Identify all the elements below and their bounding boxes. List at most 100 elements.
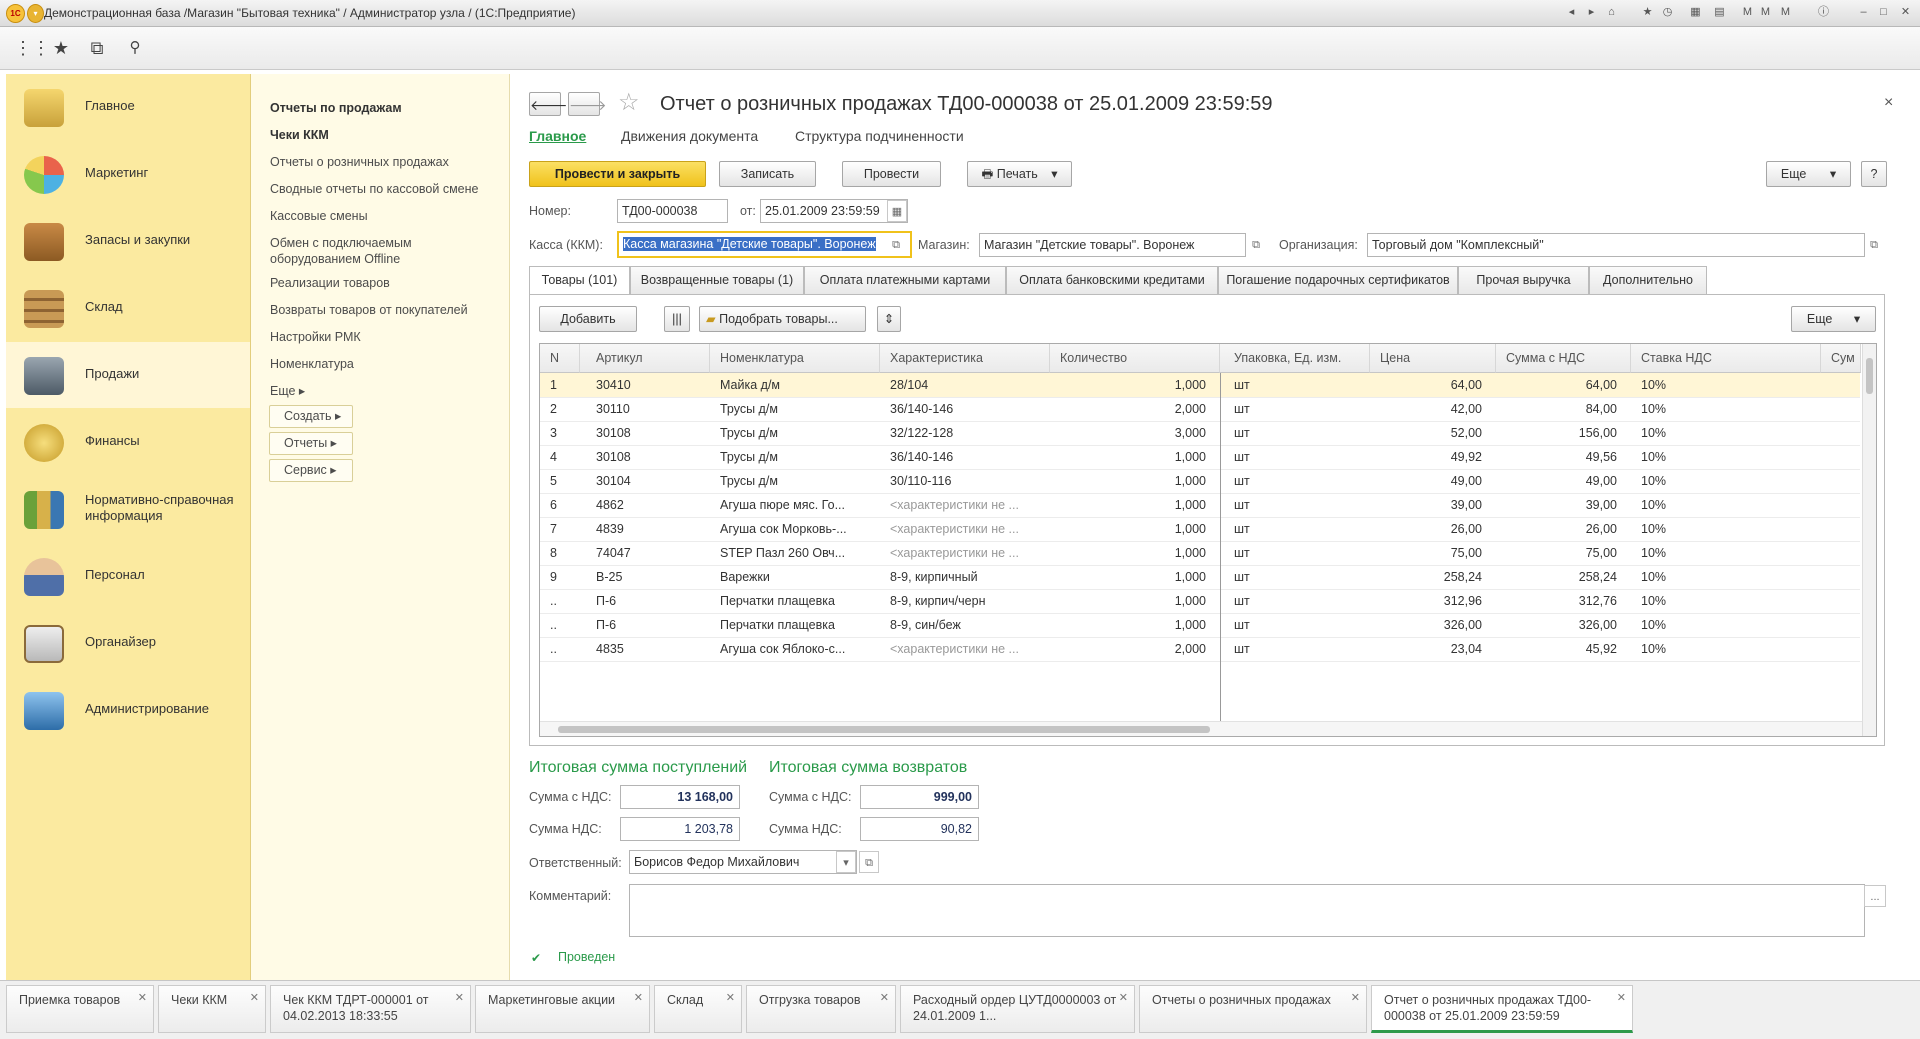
- table-row[interactable]: 5 30104 Трусы д/м 30/110-116 1,000 шт 49,00 49,…: [540, 469, 1860, 494]
- window-tab-warehouse[interactable]: Склад ✕: [654, 985, 742, 1033]
- cell-quantity[interactable]: 1,000: [1050, 493, 1220, 517]
- cell-vat-rate[interactable]: 10%: [1631, 541, 1821, 565]
- move-updown-icon[interactable]: ⇕: [877, 306, 901, 332]
- cell-price[interactable]: 326,00: [1370, 613, 1496, 637]
- cell-characteristic[interactable]: 36/140-146: [880, 445, 1050, 469]
- cell-nomenclature[interactable]: STEP Пазл 260 Овч...: [710, 541, 880, 565]
- cell-row-number[interactable]: 4: [540, 445, 580, 469]
- cell-unit[interactable]: шт: [1220, 541, 1370, 565]
- cell-quantity[interactable]: 1,000: [1050, 613, 1220, 637]
- table-row[interactable]: 2 30110 Трусы д/м 36/140-146 2,000 шт 42,00 84,…: [540, 397, 1860, 422]
- nav-more[interactable]: Еще ▸: [270, 383, 305, 399]
- cell-nomenclature[interactable]: Трусы д/м: [710, 421, 880, 445]
- cell-quantity[interactable]: 1,000: [1050, 373, 1220, 397]
- window-tab-expense-order[interactable]: Расходный ордер ЦУТД0000003 от 24.01.200…: [900, 985, 1135, 1033]
- table-more-button[interactable]: Еще ▾: [1791, 306, 1876, 332]
- all-functions-icon[interactable]: ⋮⋮: [14, 37, 50, 59]
- col-header-price[interactable]: Цена: [1370, 344, 1496, 373]
- calculator-icon[interactable]: ▦: [1688, 5, 1703, 20]
- nav-customer-returns[interactable]: Возвраты товаров от покупателей: [270, 302, 468, 318]
- cell-sum-with-vat[interactable]: 84,00: [1496, 397, 1631, 421]
- table-row[interactable]: 4 30108 Трусы д/м 36/140-146 1,000 шт 49,92 49,…: [540, 445, 1860, 470]
- subtab-main[interactable]: Главное: [529, 128, 586, 144]
- forward-nav-icon[interactable]: ▸: [1584, 5, 1599, 20]
- favorite-star-icon[interactable]: ☆: [618, 88, 640, 117]
- number-field[interactable]: ТД00-000038: [617, 199, 728, 223]
- cell-row-number[interactable]: 9: [540, 565, 580, 589]
- window-tab-goods-receipt[interactable]: Приемка товаров ✕: [6, 985, 154, 1033]
- cell-sum-with-vat[interactable]: 75,00: [1496, 541, 1631, 565]
- col-header-unit[interactable]: Упаковка, Ед. изм.: [1220, 344, 1370, 373]
- cell-article[interactable]: 4839: [580, 517, 710, 541]
- save-button[interactable]: Записать: [719, 161, 816, 187]
- responsible-field[interactable]: Борисов Федор Михайлович: [629, 850, 857, 874]
- cell-price[interactable]: 75,00: [1370, 541, 1496, 565]
- window-tab-kkm-receipts[interactable]: Чеки ККМ ✕: [158, 985, 266, 1033]
- open-link-icon[interactable]: ⧉: [886, 234, 906, 256]
- cell-sum-with-vat[interactable]: 49,56: [1496, 445, 1631, 469]
- table-row[interactable]: .. П-6 Перчатки плащевка 8-9, кирпич/черн 1,…: [540, 589, 1860, 614]
- close-tab-icon[interactable]: ✕: [455, 990, 464, 1006]
- cell-characteristic[interactable]: 30/110-116: [880, 469, 1050, 493]
- organization-field[interactable]: Торговый дом "Комплексный": [1367, 233, 1865, 257]
- cell-quantity[interactable]: 2,000: [1050, 637, 1220, 661]
- open-link-icon[interactable]: ⧉: [859, 851, 879, 873]
- cell-article[interactable]: 30104: [580, 469, 710, 493]
- col-header-characteristic[interactable]: Характеристика: [880, 344, 1050, 373]
- nav-rmk-settings[interactable]: Настройки РМК: [270, 329, 361, 345]
- favorites-icon[interactable]: ★: [1640, 5, 1655, 20]
- table-row[interactable]: 7 4839 Агуша сок Морковь-... <характеристик…: [540, 517, 1860, 542]
- cell-nomenclature[interactable]: Майка д/м: [710, 373, 880, 397]
- col-header-n[interactable]: N: [540, 344, 580, 373]
- memory-m-icon[interactable]: M: [1740, 5, 1755, 20]
- cell-characteristic[interactable]: 8-9, кирпичный: [880, 565, 1050, 589]
- help-button[interactable]: ?: [1861, 161, 1887, 187]
- home-icon[interactable]: ⌂: [1604, 5, 1619, 20]
- info-icon[interactable]: ⓘ: [1816, 5, 1831, 20]
- open-link-icon[interactable]: ⧉: [1246, 234, 1266, 256]
- barcode-icon[interactable]: |||: [664, 306, 690, 332]
- cell-article[interactable]: В-25: [580, 565, 710, 589]
- history-list-icon[interactable]: ⧉: [86, 37, 108, 59]
- col-header-quantity[interactable]: Количество: [1050, 344, 1220, 373]
- cell-article[interactable]: 4862: [580, 493, 710, 517]
- cell-quantity[interactable]: 1,000: [1050, 565, 1220, 589]
- cell-characteristic[interactable]: <характеристики не ...: [880, 637, 1050, 661]
- cell-row-number[interactable]: 5: [540, 469, 580, 493]
- cell-price[interactable]: 64,00: [1370, 373, 1496, 397]
- cell-vat-rate[interactable]: 10%: [1631, 373, 1821, 397]
- section-stock-purchases[interactable]: Запасы и закупки: [6, 208, 250, 274]
- cell-unit[interactable]: шт: [1220, 469, 1370, 493]
- cell-nomenclature[interactable]: Агуша пюре мяс. Го...: [710, 493, 880, 517]
- tab-other-revenue[interactable]: Прочая выручка: [1458, 266, 1589, 294]
- window-tab-retail-reports[interactable]: Отчеты о розничных продажах ✕: [1139, 985, 1367, 1033]
- calendar-picker-icon[interactable]: ▦: [887, 200, 907, 222]
- cell-article[interactable]: П-6: [580, 589, 710, 613]
- post-button[interactable]: Провести: [842, 161, 941, 187]
- section-warehouse[interactable]: Склад: [6, 275, 250, 341]
- cell-vat-rate[interactable]: 10%: [1631, 565, 1821, 589]
- nav-retail-sales-reports[interactable]: Отчеты о розничных продажах: [270, 154, 449, 170]
- cell-unit[interactable]: шт: [1220, 421, 1370, 445]
- section-organizer[interactable]: Органайзер: [6, 610, 250, 676]
- close-window-icon[interactable]: ✕: [1898, 5, 1913, 20]
- table-row[interactable]: 6 4862 Агуша пюре мяс. Го... <характеристик…: [540, 493, 1860, 518]
- cell-nomenclature[interactable]: Трусы д/м: [710, 397, 880, 421]
- tab-goods[interactable]: Товары (101): [529, 266, 630, 295]
- cell-sum-with-vat[interactable]: 49,00: [1496, 469, 1631, 493]
- tab-bank-credits[interactable]: Оплата банковскими кредитами: [1006, 266, 1218, 294]
- favorites-star-icon[interactable]: ★: [50, 37, 72, 59]
- cell-sum-with-vat[interactable]: 326,00: [1496, 613, 1631, 637]
- reports-menu-button[interactable]: Отчеты ▸: [269, 432, 353, 455]
- cell-vat-rate[interactable]: 10%: [1631, 445, 1821, 469]
- cell-characteristic[interactable]: <характеристики не ...: [880, 541, 1050, 565]
- section-marketing[interactable]: Маркетинг: [6, 141, 250, 207]
- tab-returned-goods[interactable]: Возвращенные товары (1): [630, 266, 804, 294]
- cell-vat-rate[interactable]: 10%: [1631, 469, 1821, 493]
- cell-characteristic[interactable]: <характеристики не ...: [880, 517, 1050, 541]
- col-header-vat-rate[interactable]: Ставка НДС: [1631, 344, 1821, 373]
- nav-nomenclature[interactable]: Номенклатура: [270, 356, 354, 372]
- cell-characteristic[interactable]: 32/122-128: [880, 421, 1050, 445]
- cell-row-number[interactable]: 8: [540, 541, 580, 565]
- cell-characteristic[interactable]: 28/104: [880, 373, 1050, 397]
